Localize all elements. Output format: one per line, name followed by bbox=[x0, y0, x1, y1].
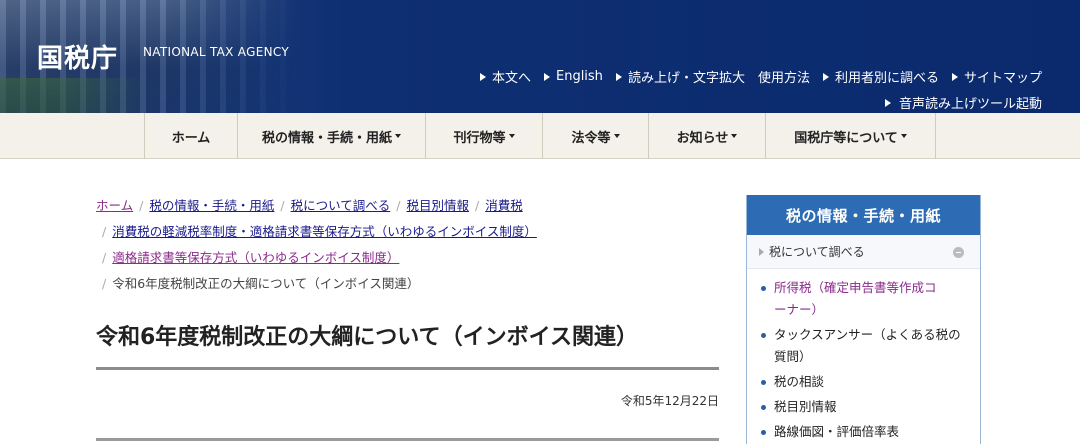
breadcrumb-invoice-system[interactable]: 適格請求書等保存方式（いわゆるインボイス制度） bbox=[112, 250, 399, 265]
breadcrumb-consumption-tax[interactable]: 消費税 bbox=[485, 198, 523, 213]
triangle-right-icon bbox=[951, 72, 958, 81]
breadcrumb-reduced-rate-invoice[interactable]: 消費税の軽減税率制度・適格請求書等保存方式（いわゆるインボイス制度） bbox=[112, 224, 537, 239]
site-logo-english: NATIONAL TAX AGENCY bbox=[143, 45, 289, 59]
site-header: 国税庁 NATIONAL TAX AGENCY 本文へ English 読み上げ… bbox=[0, 0, 1080, 113]
site-logo[interactable]: 国税庁 bbox=[37, 38, 118, 75]
sidebar-subheading[interactable]: 税について調べる bbox=[747, 235, 980, 269]
util-link-read-aloud-zoom[interactable]: 読み上げ・文字拡大 bbox=[615, 67, 745, 86]
utility-links: 本文へ English 読み上げ・文字拡大 使用方法 利用者別に調べる サイトマ… bbox=[479, 67, 1042, 86]
sidebar-list: 所得税（確定申告書等作成コ ーナー） タックスアンサー（よくある税の 質問） 税の相… bbox=[747, 269, 980, 443]
nav-home[interactable]: ホーム bbox=[145, 113, 238, 159]
util-link-by-user[interactable]: 利用者別に調べる bbox=[822, 67, 939, 86]
sidebar: 税の情報・手続・用紙 税について調べる 所得税（確定申告書等作成コ ーナー） タッ… bbox=[746, 195, 981, 444]
triangle-right-icon bbox=[615, 72, 622, 81]
sidebar-item-tax-categories[interactable]: 税目別情報 bbox=[761, 396, 970, 418]
breadcrumb-home[interactable]: ホーム bbox=[96, 198, 133, 213]
caret-down-icon bbox=[508, 134, 515, 138]
breadcrumb-current: 令和6年度税制改正の大綱について（インボイス関連） bbox=[112, 276, 420, 291]
title-divider bbox=[96, 367, 719, 370]
sidebar-item-income-tax[interactable]: 所得税（確定申告書等作成コ ーナー） bbox=[761, 277, 970, 321]
page-title: 令和6年度税制改正の大綱について（インボイス関連） bbox=[96, 325, 638, 350]
voice-reader-link[interactable]: 音声読み上げツール起動 bbox=[884, 93, 1042, 112]
content-divider bbox=[96, 438, 719, 441]
caret-down-icon bbox=[613, 134, 620, 138]
util-link-skip-to-content[interactable]: 本文へ bbox=[479, 67, 531, 86]
caret-down-icon bbox=[900, 134, 907, 138]
util-link-usage[interactable]: 使用方法 bbox=[758, 67, 810, 86]
breadcrumb-tax-lookup[interactable]: 税について調べる bbox=[291, 198, 391, 213]
triangle-right-icon bbox=[822, 72, 829, 81]
breadcrumb-tax-info[interactable]: 税の情報・手続・用紙 bbox=[149, 198, 274, 213]
breadcrumb-tax-categories[interactable]: 税目別情報 bbox=[406, 198, 469, 213]
triangle-right-icon bbox=[479, 72, 486, 81]
nav-publications[interactable]: 刊行物等 bbox=[426, 113, 543, 159]
nav-news[interactable]: お知らせ bbox=[649, 113, 766, 159]
sidebar-item-tax-answer[interactable]: タックスアンサー（よくある税の 質問） bbox=[761, 324, 970, 368]
header-tree-image bbox=[0, 78, 150, 113]
sidebar-item-tax-consultation[interactable]: 税の相談 bbox=[761, 371, 970, 393]
global-nav: ホーム 税の情報・手続・用紙 刊行物等 法令等 お知らせ 国税庁等について bbox=[0, 113, 1080, 159]
util-link-sitemap[interactable]: サイトマップ bbox=[951, 67, 1042, 86]
nav-tax-info[interactable]: 税の情報・手続・用紙 bbox=[238, 113, 426, 159]
breadcrumb: ホーム / 税の情報・手続・用紙 / 税について調べる / 税目別情報 / 消費税 / 消費税の軽… bbox=[96, 198, 537, 291]
caret-down-icon bbox=[395, 134, 401, 138]
publish-date: 令和5年12月22日 bbox=[620, 394, 719, 408]
triangle-right-icon bbox=[759, 247, 764, 256]
collapse-icon[interactable] bbox=[953, 247, 964, 258]
nav-laws[interactable]: 法令等 bbox=[543, 113, 649, 159]
triangle-right-icon bbox=[884, 98, 891, 107]
triangle-right-icon bbox=[543, 72, 550, 81]
util-link-english[interactable]: English bbox=[543, 67, 603, 86]
sidebar-title[interactable]: 税の情報・手続・用紙 bbox=[747, 195, 980, 235]
nav-about[interactable]: 国税庁等について bbox=[766, 113, 936, 159]
sidebar-item-route-prices[interactable]: 路線価図・評価倍率表 bbox=[761, 421, 970, 443]
caret-down-icon bbox=[731, 134, 738, 138]
